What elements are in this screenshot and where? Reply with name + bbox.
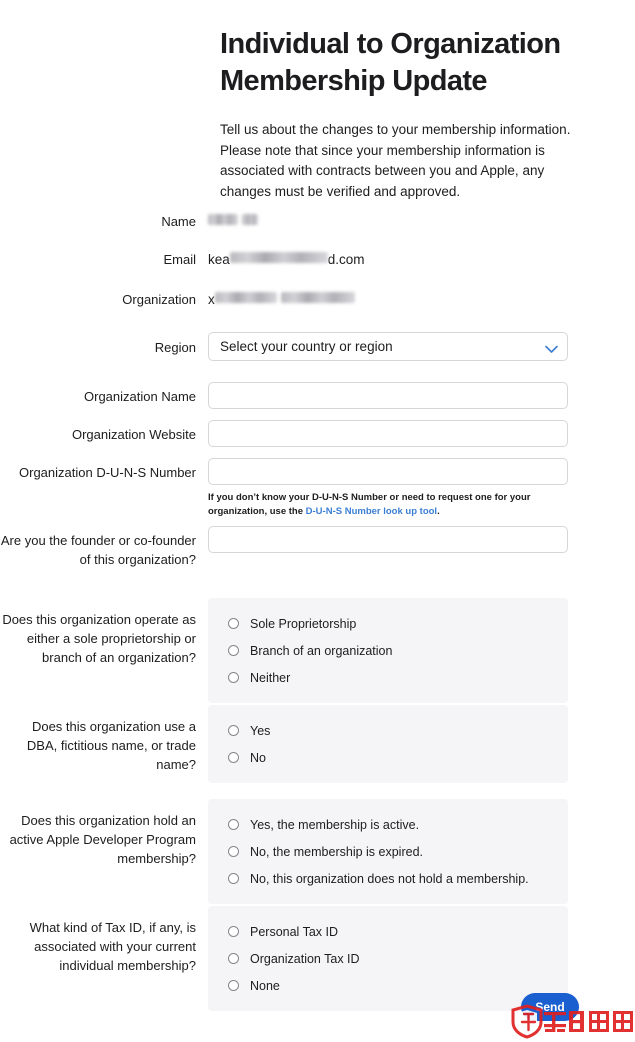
redacted-name-value [208,212,258,231]
radio-option-dba-no[interactable]: No [208,744,568,771]
field-label-dba: Does this organization use a DBA, fictit… [26,719,196,772]
field-label-email: Email [163,252,196,267]
field-control-founder [208,526,635,553]
redacted-email-value: kea d.com [208,250,365,269]
radio-option-label: No, this organization does not hold a me… [250,871,529,886]
radio-option-dba-yes[interactable]: Yes [208,717,568,744]
duns-lookup-link[interactable]: D-U-N-S Number look up tool [306,506,437,517]
radio-option-no-tax-id[interactable]: None [208,972,568,999]
region-select[interactable]: Select your country or region [208,332,568,361]
field-control-dba: Yes No [208,705,635,783]
duns-number-input[interactable] [208,458,568,485]
form-row-structure: Does this organization operate as either… [0,598,635,705]
field-control-structure: Sole Proprietorship Branch of an organiz… [208,598,635,703]
form-row-email: Email kea d.com [0,250,635,290]
duns-hint-text-after: . [437,506,440,517]
membership-form: Name Email kea d.com Organization x Regio… [0,212,635,1013]
radio-option-membership-none[interactable]: No, this organization does not hold a me… [208,865,568,892]
radio-circle-icon [228,752,239,763]
radio-group-tax-id: Personal Tax ID Organization Tax ID None [208,906,568,1011]
radio-circle-icon [228,873,239,884]
organization-prefix: x [208,292,215,307]
form-row-organization: Organization x [0,290,635,332]
radio-group-membership-status: Yes, the membership is active. No, the m… [208,799,568,904]
form-row-dba: Does this organization use a DBA, fictit… [0,705,635,799]
redacted-organization-value: x [208,290,355,309]
form-row-org-website: Organization Website [0,420,635,458]
redaction-block [229,252,328,263]
radio-option-label: No, the membership is expired. [250,844,423,859]
duns-hint: If you don’t know your D-U-N-S Number or… [208,491,568,519]
field-label-structure: Does this organization operate as either… [2,612,196,665]
field-label-org-website: Organization Website [71,427,196,442]
organization-website-input[interactable] [208,420,568,447]
field-control-org-name [208,382,635,409]
page-title: Individual to Organization Membership Up… [220,28,561,97]
form-row-name: Name [0,212,635,250]
radio-circle-icon [228,725,239,736]
field-label-founder: Are you the founder or co-founder of thi… [0,533,196,567]
radio-circle-icon [228,819,239,830]
region-selected-value: Select your country or region [220,339,393,354]
redaction-block [241,214,258,225]
redaction-block [208,214,238,225]
radio-option-branch[interactable]: Branch of an organization [208,637,568,664]
field-value-email: kea d.com [208,250,635,269]
field-label-membership-status: Does this organization hold an active Ap… [9,813,196,866]
radio-group-dba: Yes No [208,705,568,783]
field-control-region: Select your country or region [208,332,635,361]
field-label-region: Region [154,340,196,355]
radio-circle-icon [228,846,239,857]
radio-option-personal-tax-id[interactable]: Personal Tax ID [208,918,568,945]
radio-option-label: None [250,978,280,993]
radio-option-membership-expired[interactable]: No, the membership is expired. [208,838,568,865]
founder-input[interactable] [208,526,568,553]
radio-option-label: Neither [250,670,291,685]
radio-option-label: Yes [250,723,271,738]
radio-circle-icon [228,980,239,991]
form-row-org-name: Organization Name [0,382,635,420]
form-row-membership-status: Does this organization hold an active Ap… [0,799,635,906]
radio-circle-icon [228,926,239,937]
radio-option-label: Personal Tax ID [250,924,339,939]
field-value-name [208,212,635,231]
field-control-membership-status: Yes, the membership is active. No, the m… [208,799,635,904]
form-row-region: Region Select your country or region [0,332,635,382]
radio-circle-icon [228,672,239,683]
field-label-name: Name [161,214,196,229]
form-row-founder: Are you the founder or co-founder of thi… [0,526,635,598]
page-header: Individual to Organization Membership Up… [220,26,580,202]
form-row-duns: Organization D-U-N-S Number If you don’t… [0,458,635,526]
radio-option-label: Sole Proprietorship [250,616,357,631]
radio-option-neither[interactable]: Neither [208,664,568,691]
email-suffix: d.com [327,252,365,267]
radio-option-label: Organization Tax ID [250,951,360,966]
radio-option-membership-active[interactable]: Yes, the membership is active. [208,811,568,838]
radio-option-label: Branch of an organization [250,643,393,658]
page-description: Tell us about the changes to your member… [220,122,571,199]
radio-circle-icon [228,618,239,629]
radio-option-label: No [250,750,266,765]
organization-name-input[interactable] [208,382,568,409]
membership-update-page: Individual to Organization Membership Up… [0,0,635,1042]
redaction-block [214,292,277,303]
field-label-tax-id: What kind of Tax ID, if any, is associat… [29,920,196,973]
radio-option-label: Yes, the membership is active. [250,817,420,832]
email-prefix: kea [208,252,230,267]
field-control-duns: If you don’t know your D-U-N-S Number or… [208,458,635,519]
field-label-organization: Organization [122,292,196,307]
radio-option-sole-proprietorship[interactable]: Sole Proprietorship [208,610,568,637]
radio-circle-icon [228,953,239,964]
redaction-block [280,292,355,303]
field-control-org-website [208,420,635,447]
chevron-down-icon [545,341,558,353]
radio-option-organization-tax-id[interactable]: Organization Tax ID [208,945,568,972]
field-label-duns: Organization D-U-N-S Number [19,465,196,480]
region-select-wrapper[interactable]: Select your country or region [208,332,568,361]
radio-circle-icon [228,645,239,656]
send-button[interactable]: Send [521,993,579,1021]
field-value-organization: x [208,290,635,309]
radio-group-structure: Sole Proprietorship Branch of an organiz… [208,598,568,703]
field-label-org-name: Organization Name [84,389,196,404]
